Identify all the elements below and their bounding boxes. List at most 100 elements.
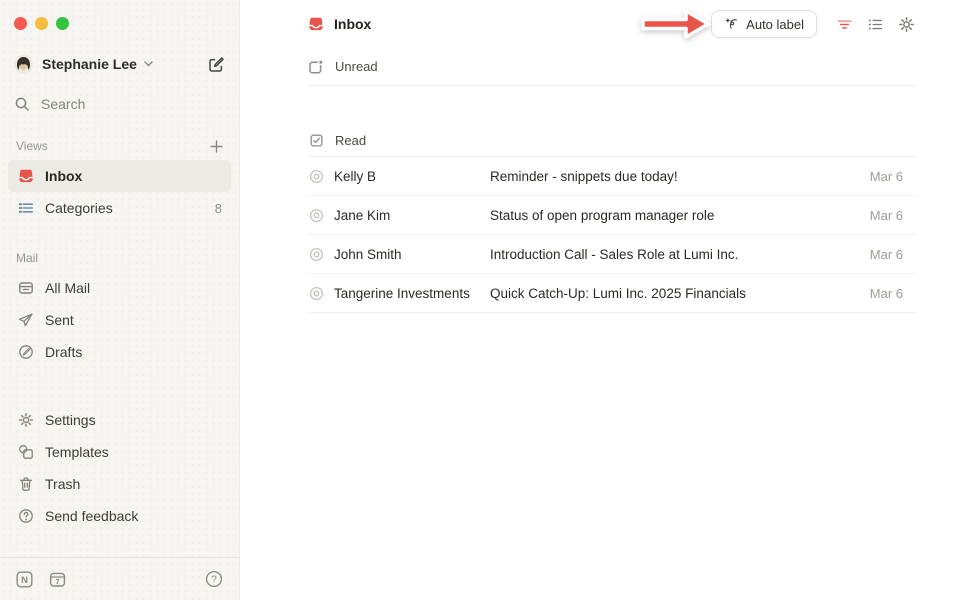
read-status-icon [308, 285, 324, 301]
list-icon [867, 16, 884, 33]
sidebar-item-all-mail[interactable]: All Mail [8, 272, 231, 304]
compose-button[interactable] [208, 56, 225, 73]
sidebar-item-label: Drafts [45, 344, 82, 360]
window-controls [0, 0, 239, 30]
app-window: Stephanie Lee Search Views [0, 0, 960, 600]
annotation-arrow-icon [637, 5, 713, 43]
minimize-window-button[interactable] [35, 17, 48, 30]
email-row[interactable]: Tangerine Investments Quick Catch-Up: Lu… [308, 274, 917, 313]
tools-nav: Settings Templates [0, 404, 239, 532]
email-subject: Quick Catch-Up: Lumi Inc. 2025 Financial… [490, 286, 870, 301]
email-sender: Jane Kim [334, 208, 490, 223]
view-title: Inbox [308, 16, 371, 32]
views-nav: Inbox Categories 8 [0, 160, 239, 224]
sidebar-item-label: Send feedback [45, 508, 138, 524]
email-sender: Tangerine Investments [334, 286, 490, 301]
categories-count-badge: 8 [215, 201, 222, 216]
zoom-window-button[interactable] [56, 17, 69, 30]
auto-label-button[interactable]: Auto label [711, 10, 817, 38]
email-row[interactable]: Jane Kim Status of open program manager … [308, 196, 917, 235]
svg-text:7: 7 [56, 577, 60, 586]
help-button[interactable]: ? [205, 570, 223, 588]
question-circle-icon [17, 508, 34, 525]
read-section-header[interactable]: Read [308, 124, 917, 157]
sidebar-item-label: All Mail [45, 280, 90, 296]
sidebar-item-templates[interactable]: Templates [8, 436, 231, 468]
account-name[interactable]: Stephanie Lee [42, 56, 137, 72]
search-button[interactable]: Search [14, 92, 225, 116]
templates-shapes-icon [17, 444, 34, 461]
all-mail-icon [17, 280, 34, 297]
search-icon [14, 96, 30, 112]
search-label: Search [41, 96, 85, 112]
auto-label-label: Auto label [746, 17, 804, 32]
close-window-button[interactable] [14, 17, 27, 30]
read-status-icon [308, 246, 324, 262]
mail-nav: All Mail Sent Drafts [0, 272, 239, 368]
chevron-down-icon[interactable] [144, 61, 153, 67]
gear-icon [17, 412, 34, 429]
sidebar-item-categories[interactable]: Categories 8 [8, 192, 231, 224]
sidebar-item-trash[interactable]: Trash [8, 468, 231, 500]
list-view-button[interactable] [865, 14, 885, 34]
email-date: Mar 6 [870, 247, 917, 262]
mail-section-header: Mail [16, 248, 223, 268]
unread-section-header[interactable]: Unread [308, 48, 917, 86]
sidebar-item-label: Settings [45, 412, 96, 428]
email-subject: Status of open program manager role [490, 208, 870, 223]
sidebar-item-label: Sent [45, 312, 74, 328]
email-row[interactable]: Kelly B Reminder - snippets due today! M… [308, 157, 917, 196]
read-status-icon [308, 168, 324, 184]
read-label: Read [335, 133, 366, 148]
categories-list-icon [17, 200, 34, 217]
sidebar-item-sent[interactable]: Sent [8, 304, 231, 336]
email-sender: Kelly B [334, 169, 490, 184]
unread-label: Unread [335, 59, 378, 74]
sidebar-item-label: Templates [45, 444, 109, 460]
filter-icon [836, 16, 853, 33]
main-header: Inbox Auto label [240, 0, 960, 48]
auto-label-sparkle-icon [724, 17, 739, 32]
profile-row: Stephanie Lee [14, 51, 225, 77]
draft-pencil-icon [17, 344, 34, 361]
gear-icon [898, 16, 915, 33]
svg-text:N: N [21, 575, 28, 586]
sidebar: Stephanie Lee Search Views [0, 0, 240, 600]
sidebar-item-inbox[interactable]: Inbox [8, 160, 231, 192]
email-subject: Introduction Call - Sales Role at Lumi I… [490, 247, 870, 262]
mail-label: Mail [16, 251, 38, 265]
sidebar-footer: N 7 ? [0, 557, 239, 600]
inbox-icon [308, 16, 324, 32]
main-panel: Inbox Auto label [240, 0, 960, 600]
settings-button[interactable] [896, 14, 916, 34]
sidebar-item-drafts[interactable]: Drafts [8, 336, 231, 368]
unread-icon [308, 59, 324, 75]
sidebar-item-settings[interactable]: Settings [8, 404, 231, 436]
email-list: Unread Read Kelly B Reminder - snippets … [240, 48, 960, 313]
header-actions: Auto label [637, 5, 916, 43]
svg-text:?: ? [211, 575, 217, 586]
filter-button[interactable] [834, 14, 854, 34]
sidebar-item-label: Inbox [45, 168, 82, 184]
email-row[interactable]: John Smith Introduction Call - Sales Rol… [308, 235, 917, 274]
page-title: Inbox [334, 16, 371, 32]
views-label: Views [16, 139, 48, 153]
sidebar-item-label: Trash [45, 476, 80, 492]
email-date: Mar 6 [870, 208, 917, 223]
sidebar-item-label: Categories [45, 200, 113, 216]
email-date: Mar 6 [870, 169, 917, 184]
sidebar-item-send-feedback[interactable]: Send feedback [8, 500, 231, 532]
notion-logo-icon[interactable]: N [16, 571, 33, 588]
paper-plane-icon [17, 312, 34, 329]
email-date: Mar 6 [870, 286, 917, 301]
inbox-icon [17, 168, 34, 185]
read-checkbox-icon [308, 132, 324, 148]
trash-icon [17, 476, 34, 493]
email-sender: John Smith [334, 247, 490, 262]
views-section-header: Views [16, 136, 223, 156]
email-subject: Reminder - snippets due today! [490, 169, 870, 184]
calendar-icon[interactable]: 7 [49, 571, 66, 588]
add-view-button[interactable] [210, 140, 223, 153]
read-status-icon [308, 207, 324, 223]
avatar[interactable] [14, 55, 33, 74]
